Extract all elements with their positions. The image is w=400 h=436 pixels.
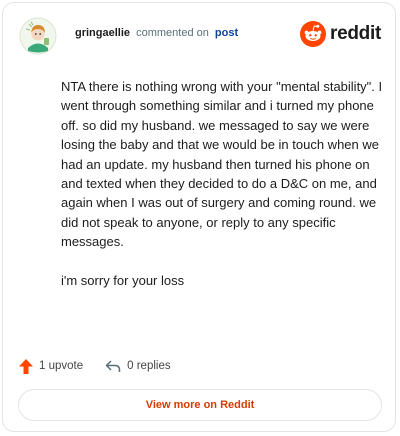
replies-count: 0 replies <box>127 360 171 372</box>
comment-header: gringaellie commented on post reddit <box>17 17 381 57</box>
comment-body: NTA there is nothing wrong with your "me… <box>61 77 383 309</box>
replies-button[interactable]: 0 replies <box>105 359 171 373</box>
username-link[interactable]: gringaellie <box>75 27 130 39</box>
post-link[interactable]: post <box>215 27 238 39</box>
reddit-logo[interactable]: reddit <box>300 19 381 49</box>
user-avatar[interactable] <box>19 17 57 55</box>
comment-byline: gringaellie commented on post <box>75 27 238 39</box>
reddit-snoo-icon <box>300 21 327 47</box>
comment-paragraph: i'm sorry for your loss <box>61 272 185 288</box>
reddit-wordmark: reddit <box>330 23 381 44</box>
view-more-button[interactable]: View more on Reddit <box>18 389 382 421</box>
comment-embed-card: gringaellie commented on post reddit NTA… <box>2 2 396 432</box>
upvote-button[interactable]: 1 upvote <box>19 358 84 374</box>
upvote-count: 1 upvote <box>39 360 84 372</box>
commented-on-text: commented on <box>136 27 209 39</box>
reply-arrow-icon <box>105 359 121 372</box>
comment-actions: 1 upvote 0 replies <box>19 355 171 377</box>
upvote-arrow-icon <box>19 358 33 374</box>
comment-paragraph: NTA there is nothing wrong with your "me… <box>61 79 383 250</box>
